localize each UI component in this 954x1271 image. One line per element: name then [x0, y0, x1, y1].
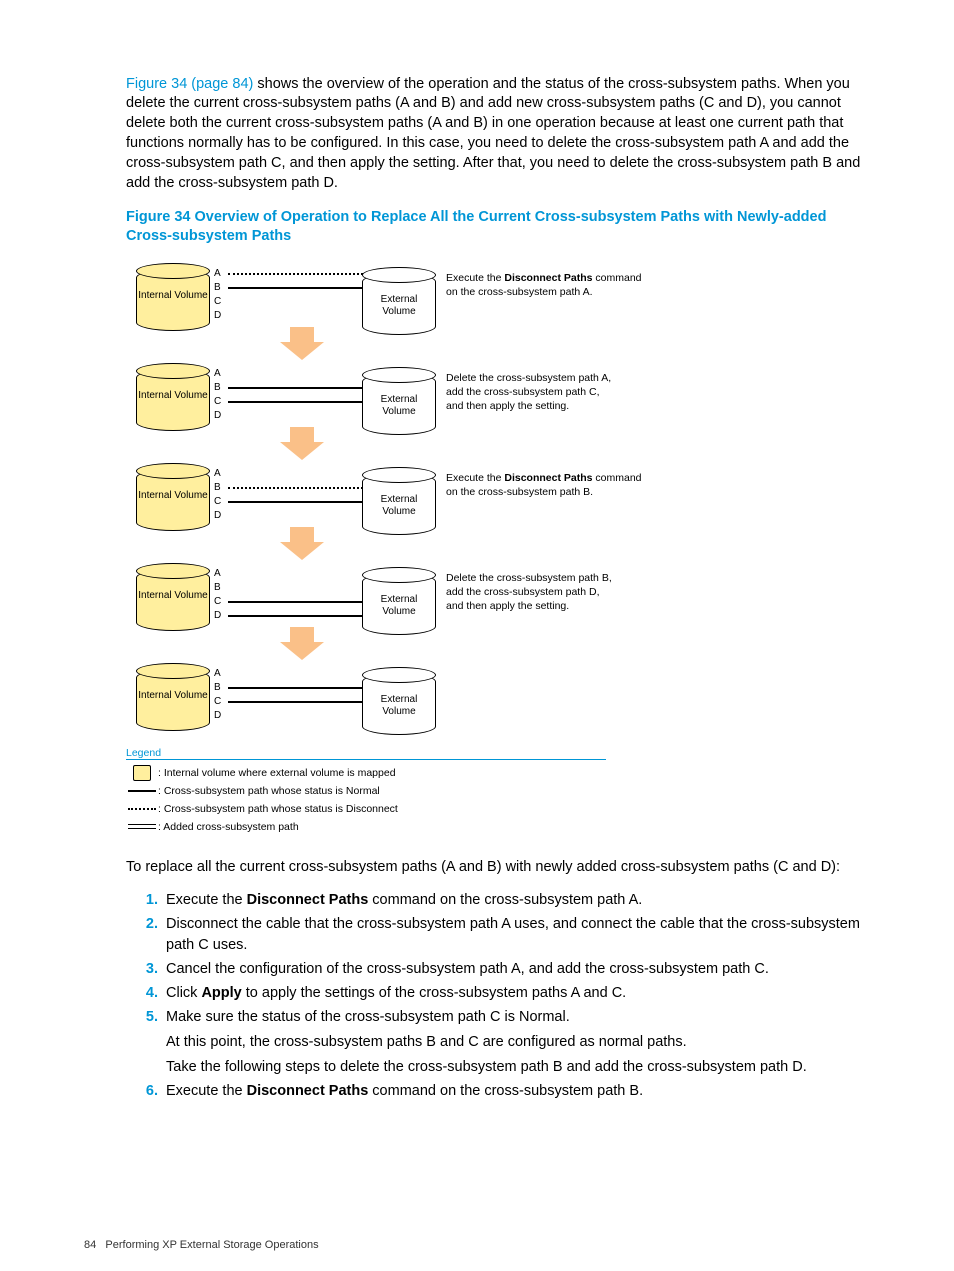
legend-text: : Added cross-subsystem path — [158, 821, 299, 833]
stage-description: Delete the cross-subsystem path B, add t… — [446, 571, 612, 613]
path-label-a: A — [214, 667, 226, 681]
footer-title: Performing XP External Storage Operation… — [105, 1239, 318, 1251]
dotted-line-icon — [128, 808, 156, 810]
legend: Legend : Internal volume where external … — [126, 747, 866, 836]
path-group: ABCD — [214, 467, 363, 523]
figure-caption: Figure 34 Overview of Operation to Repla… — [126, 208, 866, 247]
intro-text: shows the overview of the operation and … — [126, 76, 860, 191]
path-label-b: B — [214, 281, 226, 295]
path-label-d: D — [214, 409, 226, 423]
path-label-a: A — [214, 567, 226, 581]
internal-volume-cylinder: Internal Volume — [136, 669, 210, 731]
step-2: Disconnect the cable that the cross-subs… — [162, 914, 866, 956]
intro-paragraph: Figure 34 (page 84) shows the overview o… — [126, 75, 866, 194]
path-label-b: B — [214, 681, 226, 695]
legend-item-normal-path: : Cross-subsystem path whose status is N… — [126, 782, 866, 800]
step-1: Execute the Disconnect Paths command on … — [162, 890, 866, 911]
external-volume-cylinder: External Volume — [362, 273, 436, 335]
figure-link[interactable]: Figure 34 (page 84) — [126, 76, 253, 92]
stage-1: Internal VolumeExternal VolumeABCDExecut… — [126, 257, 866, 357]
stage-description: Delete the cross-subsystem path A, add t… — [446, 371, 611, 413]
step-6: Execute the Disconnect Paths command on … — [162, 1081, 866, 1102]
step-text: Execute the — [166, 892, 247, 908]
internal-volume-cylinder: Internal Volume — [136, 569, 210, 631]
stage-2: Internal VolumeExternal VolumeABCDDelete… — [126, 357, 866, 457]
path-label-a: A — [214, 367, 226, 381]
path-label-c: C — [214, 595, 226, 609]
step-text: to apply the settings of the cross-subsy… — [242, 985, 626, 1001]
path-label-b: B — [214, 581, 226, 595]
path-group: ABCD — [214, 667, 363, 723]
stage-description: Execute the Disconnect Paths command on … — [446, 471, 642, 499]
path-line-solid — [228, 601, 363, 603]
path-label-a: A — [214, 267, 226, 281]
external-volume-cylinder: External Volume — [362, 373, 436, 435]
after-figure-paragraph: To replace all the current cross-subsyst… — [126, 858, 866, 878]
step-text: Make sure the status of the cross-subsys… — [166, 1009, 570, 1025]
step-text: command on the cross-subsystem path B. — [368, 1083, 643, 1099]
legend-text: : Cross-subsystem path whose status is N… — [158, 785, 380, 797]
internal-volume-cylinder: Internal Volume — [136, 269, 210, 331]
path-label-d: D — [214, 709, 226, 723]
path-line-solid — [228, 501, 363, 503]
external-volume-cylinder: External Volume — [362, 473, 436, 535]
path-label-c: C — [214, 295, 226, 309]
path-group: ABCD — [214, 267, 363, 323]
legend-item-added-path: : Added cross-subsystem path — [126, 818, 866, 836]
path-line-double — [228, 615, 363, 617]
step-3: Cancel the configuration of the cross-su… — [162, 959, 866, 980]
step-text: command on the cross-subsystem path A. — [368, 892, 642, 908]
path-line-solid — [228, 387, 363, 389]
path-label-a: A — [214, 467, 226, 481]
step-text: Execute the — [166, 1083, 247, 1099]
step-bold: Disconnect Paths — [247, 1083, 369, 1099]
step-text: Click — [166, 985, 201, 1001]
stage-5: Internal VolumeExternal VolumeABCD — [126, 657, 866, 737]
path-label-d: D — [214, 309, 226, 323]
stage-3: Internal VolumeExternal VolumeABCDExecut… — [126, 457, 866, 557]
steps-list: Execute the Disconnect Paths command on … — [126, 890, 866, 1102]
path-line-solid — [228, 701, 363, 703]
path-group: ABCD — [214, 367, 363, 423]
page-number: 84 — [84, 1239, 96, 1251]
path-line-double — [228, 401, 363, 403]
step-4: Click Apply to apply the settings of the… — [162, 983, 866, 1004]
stage-4: Internal VolumeExternal VolumeABCDDelete… — [126, 557, 866, 657]
path-line-solid — [228, 287, 363, 289]
path-label-b: B — [214, 381, 226, 395]
path-line-dotted — [228, 487, 363, 489]
external-volume-cylinder: External Volume — [362, 673, 436, 735]
legend-text: : Internal volume where external volume … — [158, 767, 396, 779]
step-note: At this point, the cross-subsystem paths… — [166, 1032, 866, 1053]
legend-item-internal-volume: : Internal volume where external volume … — [126, 764, 866, 782]
external-volume-cylinder: External Volume — [362, 573, 436, 635]
page: Figure 34 (page 84) shows the overview o… — [0, 0, 954, 1271]
solid-line-icon — [128, 790, 156, 792]
path-label-d: D — [214, 609, 226, 623]
path-group: ABCD — [214, 567, 363, 623]
stage-description: Execute the Disconnect Paths command on … — [446, 271, 642, 299]
path-label-c: C — [214, 395, 226, 409]
path-label-c: C — [214, 695, 226, 709]
legend-text: : Cross-subsystem path whose status is D… — [158, 803, 398, 815]
legend-title: Legend — [126, 747, 606, 760]
legend-item-disconnect-path: : Cross-subsystem path whose status is D… — [126, 800, 866, 818]
path-label-c: C — [214, 495, 226, 509]
step-5: Make sure the status of the cross-subsys… — [162, 1007, 866, 1078]
figure-34: Internal VolumeExternal VolumeABCDExecut… — [126, 257, 866, 737]
cylinder-icon — [133, 765, 151, 781]
step-bold: Disconnect Paths — [247, 892, 369, 908]
path-label-b: B — [214, 481, 226, 495]
path-label-d: D — [214, 509, 226, 523]
double-line-icon — [128, 824, 156, 829]
page-footer: 84 Performing XP External Storage Operat… — [84, 1239, 319, 1251]
internal-volume-cylinder: Internal Volume — [136, 469, 210, 531]
step-bold: Apply — [201, 985, 241, 1001]
internal-volume-cylinder: Internal Volume — [136, 369, 210, 431]
path-line-solid — [228, 687, 363, 689]
path-line-dotted — [228, 273, 363, 275]
step-note: Take the following steps to delete the c… — [166, 1057, 866, 1078]
